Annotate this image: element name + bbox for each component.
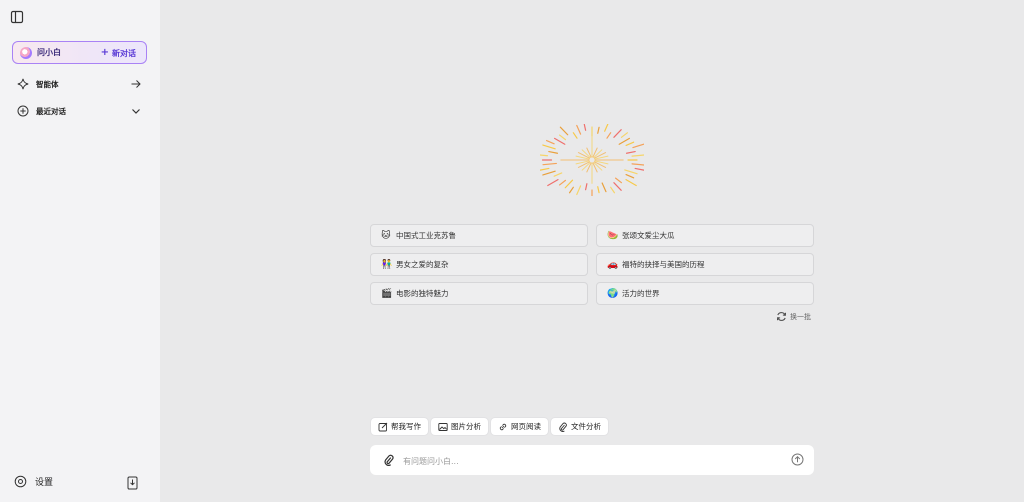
sidebar: 问小白 + 新对话 智能体 最近对话 设置 xyxy=(0,0,160,502)
burst-ray xyxy=(624,169,638,175)
tool-label: 帮我写作 xyxy=(391,422,421,431)
burst-ray xyxy=(583,124,587,131)
sparkle-icon xyxy=(17,78,29,90)
suggestion-emoji: 🎬 xyxy=(381,288,393,299)
burst-ray xyxy=(618,137,631,145)
burst-ray xyxy=(576,124,582,135)
burst-ray xyxy=(542,170,556,176)
burst-ray xyxy=(610,186,616,194)
tool-file-button[interactable]: 文件分析 xyxy=(550,417,609,436)
burst-ray xyxy=(613,129,622,138)
suggestion-text: 张颂文爱尘大瓜 xyxy=(622,231,675,240)
burst-ray xyxy=(625,150,636,154)
burst-ray xyxy=(542,162,557,166)
burst-ray xyxy=(597,126,600,134)
burst-ray xyxy=(547,179,559,187)
suggestion-text: 男女之爱的复杂 xyxy=(396,260,449,269)
tool-label: 网页阅读 xyxy=(511,422,541,431)
burst-ray xyxy=(631,163,644,166)
suggestion-card[interactable]: 🎬 电影的独特魅力 xyxy=(370,282,588,305)
burst-ray xyxy=(625,173,635,179)
suggestion-text: 福特的抉择与美国的历程 xyxy=(622,260,705,269)
arrow-right-icon xyxy=(131,80,141,88)
chat-input-box xyxy=(370,445,814,475)
burst-ray xyxy=(545,139,555,145)
burst-ray xyxy=(540,167,550,171)
suggestion-text: 电影的独特魅力 xyxy=(396,289,449,298)
suggestion-text: 中国式工业克苏鲁 xyxy=(396,231,456,240)
paperclip-icon[interactable] xyxy=(383,454,395,466)
chevron-down-icon xyxy=(132,109,140,114)
burst-ray xyxy=(548,150,559,154)
burst-ray xyxy=(584,183,588,191)
brand-logo-icon xyxy=(20,47,32,59)
tool-write-button[interactable]: 帮我写作 xyxy=(370,417,429,436)
burst-ray xyxy=(540,154,549,157)
tool-label: 文件分析 xyxy=(571,422,601,431)
suggestion-text: 活力的世界 xyxy=(622,289,660,298)
refresh-label: 换一批 xyxy=(790,312,811,321)
burst-ray xyxy=(620,132,628,138)
add-circle-icon xyxy=(17,105,29,117)
burst-ray xyxy=(576,185,582,196)
burst-ray xyxy=(542,144,556,150)
suggestion-emoji: 🍉 xyxy=(607,230,619,241)
burst-ray xyxy=(632,143,644,149)
burst-ray xyxy=(558,179,567,186)
tool-web-button[interactable]: 网页阅读 xyxy=(490,417,549,436)
paperclip-icon xyxy=(559,422,567,432)
burst-ray xyxy=(631,154,644,157)
app-window: 问小白 + 新对话 智能体 最近对话 设置 🐱 中国式工业克苏鲁 🍉 张颂文爱尘… xyxy=(0,0,1024,502)
settings-label: 设置 xyxy=(35,478,54,488)
tool-label: 图片分析 xyxy=(451,422,481,431)
chat-input[interactable] xyxy=(401,452,765,470)
suggestion-emoji: 🐱 xyxy=(381,230,391,241)
burst-ray xyxy=(572,132,578,139)
image-icon xyxy=(438,422,448,431)
sidebar-item-label: 最近对话 xyxy=(36,106,66,116)
gear-icon xyxy=(14,475,27,488)
edit-icon xyxy=(378,422,388,431)
brand-name: 问小白 xyxy=(37,48,61,57)
burst-ray xyxy=(564,179,574,189)
burst-ray xyxy=(553,172,563,177)
burst-ray xyxy=(625,179,637,187)
suggestion-card[interactable]: 🐱 中国式工业克苏鲁 xyxy=(370,224,588,247)
brand-pill: 问小白 + 新对话 xyxy=(12,41,147,64)
plus-icon: + xyxy=(100,47,109,58)
suggestion-card[interactable]: 👫 男女之爱的复杂 xyxy=(370,253,588,276)
suggestion-emoji: 🌍 xyxy=(607,288,619,299)
phone-download-icon[interactable] xyxy=(127,476,138,490)
burst-ray xyxy=(559,126,569,136)
burst-ray xyxy=(601,182,607,193)
link-icon xyxy=(499,423,507,430)
burst-ray xyxy=(568,186,574,194)
burst-ray xyxy=(625,141,635,147)
burst-ray xyxy=(553,137,566,145)
burst-ray xyxy=(597,186,600,194)
new-chat-label: 新对话 xyxy=(112,48,136,58)
sidebar-item-label: 智能体 xyxy=(36,79,59,89)
refresh-icon xyxy=(777,312,786,321)
suggestion-card[interactable]: 🌍 活力的世界 xyxy=(596,282,814,305)
sidebar-item-agents[interactable]: 智能体 xyxy=(12,75,147,93)
settings-button[interactable]: 设置 xyxy=(14,475,53,488)
burst-ray xyxy=(606,132,612,139)
suggestion-emoji: 🚗 xyxy=(607,259,619,270)
suggestion-card[interactable]: 🚗 福特的抉择与美国的历程 xyxy=(596,253,814,276)
burst-ray xyxy=(614,177,623,184)
refresh-suggestions-button[interactable]: 换一批 xyxy=(776,311,811,322)
sidebar-item-recent[interactable]: 最近对话 xyxy=(12,102,147,120)
burst-ray xyxy=(604,124,609,132)
burst-ray xyxy=(558,134,567,141)
suggestion-emoji: 👫 xyxy=(381,259,393,270)
suggestion-card[interactable]: 🍉 张颂文爱尘大瓜 xyxy=(596,224,814,247)
firework-logo xyxy=(540,124,644,196)
new-chat-button[interactable]: + 新对话 xyxy=(101,46,136,60)
sidebar-panel-icon[interactable] xyxy=(10,10,24,24)
send-arrow-up-icon[interactable] xyxy=(791,453,804,466)
burst-ray xyxy=(613,182,622,191)
burst-ray xyxy=(634,167,644,171)
tool-image-button[interactable]: 图片分析 xyxy=(430,417,489,436)
